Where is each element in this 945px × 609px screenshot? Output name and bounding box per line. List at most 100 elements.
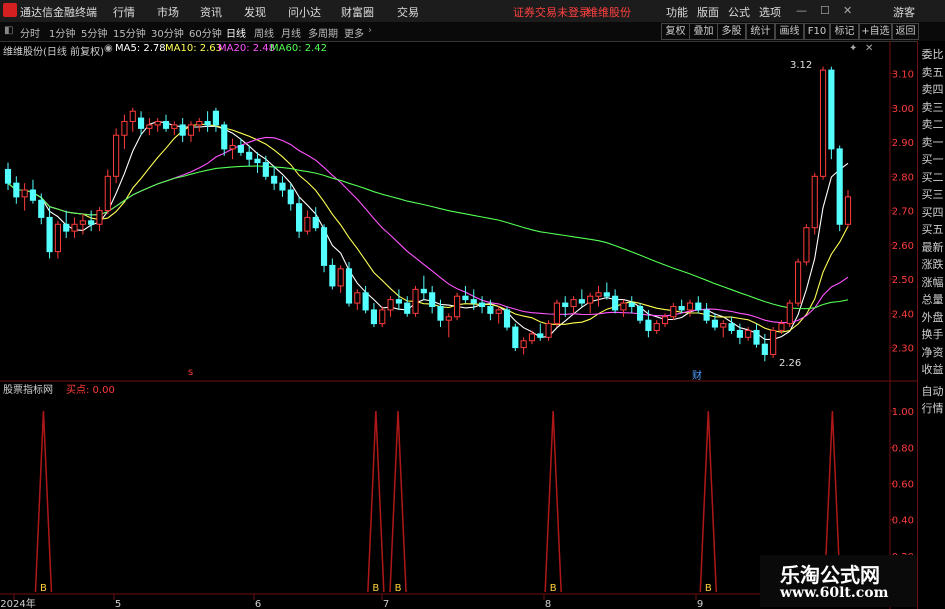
side-panel-11[interactable]: 最新 <box>919 240 945 255</box>
chevron-right-icon[interactable]: › <box>368 25 372 36</box>
kline-chart[interactable]: BBBBBB 3.103.002.902.802.702.602.502.402… <box>0 41 917 609</box>
period-more[interactable]: 更多 <box>344 25 364 40</box>
buy-signal-series: BBBBBB <box>34 411 842 594</box>
side-panel-2[interactable]: 卖四 <box>919 82 945 97</box>
menu-faxian[interactable]: 发现 <box>244 4 266 20</box>
period-daily[interactable]: 日线 <box>226 25 246 40</box>
side-panel-14[interactable]: 总量 <box>919 292 945 307</box>
candle-body-76 <box>637 305 644 321</box>
side-auto-1[interactable]: 行情 <box>919 401 945 416</box>
date-tick-label-0: 2024年 <box>0 597 35 609</box>
candle-body-9 <box>79 220 86 225</box>
settings-icon[interactable]: ✦ <box>849 43 857 54</box>
menu-zixun[interactable]: 资讯 <box>200 4 222 20</box>
candle-body-65 <box>545 323 552 338</box>
candle-body-56 <box>470 299 477 304</box>
candle-body-5 <box>46 216 53 253</box>
indicator-title: 股票指标网 <box>3 385 53 396</box>
diejia-button[interactable]: 叠加 <box>689 23 718 40</box>
toggle-icon[interactable]: ◧ <box>4 25 13 36</box>
candle-body-29 <box>246 151 253 160</box>
menu-jiaoyi[interactable]: 交易 <box>397 4 419 20</box>
side-panel-4[interactable]: 卖二 <box>919 117 945 132</box>
period-multi[interactable]: 多周期 <box>308 25 338 40</box>
period-1min[interactable]: 1分钟 <box>49 25 75 40</box>
side-auto-0[interactable]: 自动 <box>919 384 945 399</box>
candle-body-35 <box>296 203 303 232</box>
side-panel-18[interactable]: 收益 <box>919 362 945 377</box>
quote-side-panel: 委比卖五卖四卖三卖二卖一买一买二买三买四买五最新涨跌涨幅总量外盘换手净资收益自动… <box>917 41 945 609</box>
price-tick-label-4: 2.70 <box>892 207 914 218</box>
candle-body-13 <box>113 134 120 177</box>
side-panel-6[interactable]: 买一 <box>919 152 945 167</box>
add-watchlist-button[interactable]: +自选 <box>859 23 892 40</box>
side-panel-15[interactable]: 外盘 <box>919 310 945 325</box>
period-60min[interactable]: 60分钟 <box>189 25 222 40</box>
menu-caifuquan[interactable]: 财富圈 <box>341 4 374 20</box>
duogu-button[interactable]: 多股 <box>717 23 746 40</box>
menu-banmian[interactable]: 版面 <box>697 4 719 20</box>
side-panel-3[interactable]: 卖三 <box>919 100 945 115</box>
menu-gongneng[interactable]: 功能 <box>666 4 688 20</box>
candle-body-7 <box>63 223 70 232</box>
price-tick-label-1: 3.00 <box>892 104 914 115</box>
back-button[interactable]: 返回 <box>892 23 919 40</box>
side-panel-13[interactable]: 涨幅 <box>919 275 945 290</box>
side-panel-16[interactable]: 换手 <box>919 327 945 342</box>
side-panel-7[interactable]: 买二 <box>919 170 945 185</box>
period-15min[interactable]: 15分钟 <box>113 25 146 40</box>
candle-body-97 <box>811 175 818 229</box>
side-panel-5[interactable]: 卖一 <box>919 135 945 150</box>
huaxian-button[interactable]: 画线 <box>775 23 804 40</box>
menu-wenxiaoda[interactable]: 问小达 <box>288 4 321 20</box>
f10-button[interactable]: F10 <box>804 23 830 40</box>
side-panel-0[interactable]: 委比 <box>919 47 945 62</box>
candle-body-17 <box>146 124 153 129</box>
menu-shichang[interactable]: 市场 <box>157 4 179 20</box>
close-icon[interactable]: ✕ <box>843 4 852 17</box>
candle-body-69 <box>578 299 585 304</box>
tongji-button[interactable]: 统计 <box>746 23 775 40</box>
fuquan-button[interactable]: 复权 <box>661 23 690 40</box>
side-panel-10[interactable]: 买五 <box>919 222 945 237</box>
candle-body-16 <box>137 117 145 129</box>
candle-body-36 <box>304 216 311 232</box>
buy-signal-label-1: B <box>372 583 379 594</box>
menu-gongshi[interactable]: 公式 <box>728 4 750 20</box>
candle-body-87 <box>728 323 735 331</box>
ma-settings-icon[interactable]: ◉ <box>104 43 113 54</box>
side-panel-17[interactable]: 净资 <box>919 345 945 360</box>
date-tick-label-1: 5 <box>115 599 121 609</box>
period-fenshi[interactable]: 分时 <box>20 25 40 40</box>
period-weekly[interactable]: 周线 <box>254 25 274 40</box>
candle-body-84 <box>703 309 710 321</box>
event-marker-s[interactable]: s <box>188 367 193 378</box>
period-30min[interactable]: 30分钟 <box>151 25 184 40</box>
menu-xuanxiang[interactable]: 选项 <box>759 4 781 20</box>
buy-signal-spike-2 <box>389 411 407 593</box>
candle-body-25 <box>212 110 219 126</box>
close-panel-icon[interactable]: ✕ <box>865 43 873 54</box>
minimize-icon[interactable]: — <box>796 4 807 17</box>
price-tick-label-2: 2.90 <box>892 138 914 149</box>
biaoji-button[interactable]: 标记 <box>830 23 859 40</box>
candle-body-19 <box>162 121 170 129</box>
app-title: 通达信金融终端 <box>20 6 97 19</box>
broker-notice[interactable]: 证券交易未登录 <box>513 4 590 20</box>
side-panel-12[interactable]: 涨跌 <box>919 257 945 272</box>
guest-label[interactable]: 游客 <box>893 4 915 20</box>
event-marker-cai[interactable]: 财 <box>692 367 702 382</box>
ma5-line <box>7 120 849 340</box>
buy-signal-spike-3 <box>544 411 562 593</box>
side-panel-9[interactable]: 买四 <box>919 205 945 220</box>
candle-body-32 <box>271 175 278 184</box>
period-5min[interactable]: 5分钟 <box>81 25 107 40</box>
candle-body-94 <box>786 302 793 325</box>
candle-body-41 <box>345 268 353 304</box>
maximize-icon[interactable]: ☐ <box>820 4 830 17</box>
menu-hangqing[interactable]: 行情 <box>113 4 135 20</box>
period-monthly[interactable]: 月线 <box>281 25 301 40</box>
side-panel-8[interactable]: 买三 <box>919 187 945 202</box>
side-panel-1[interactable]: 卖五 <box>919 65 945 80</box>
title-bar: 通达信金融终端 行情 市场 资讯 发现 问小达 财富圈 交易 证券交易未登录 维… <box>0 0 945 23</box>
